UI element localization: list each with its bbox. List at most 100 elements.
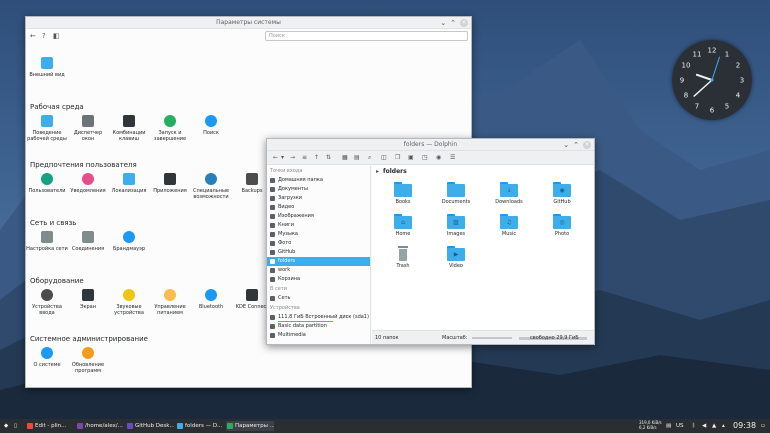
dolphin-titlebar[interactable]: folders — Dolphin ⌄ ⌃ ×	[267, 139, 594, 151]
help-icon[interactable]: ?	[42, 32, 46, 40]
zoom-label: Масштаб:	[442, 335, 468, 341]
category-item[interactable]: Приложения	[149, 173, 191, 194]
maximize-icon[interactable]: ⌃	[450, 19, 456, 27]
dropdown-icon[interactable]: ▾	[281, 154, 284, 161]
category-item[interactable]: Устройства ввода	[26, 289, 68, 316]
compact-view-icon[interactable]: ▤	[354, 154, 360, 161]
places-item[interactable]: 111,8 ГиБ Встроенный диск (sda1)	[267, 313, 370, 322]
places-item[interactable]: Multimedia	[267, 331, 370, 340]
search-input[interactable]: Поиск	[265, 31, 468, 41]
show-desktop-icon[interactable]: ▫	[761, 421, 765, 431]
volume-icon[interactable]: ◀	[702, 421, 706, 431]
category-item[interactable]: Поиск	[190, 115, 232, 136]
places-item[interactable]: Загрузки	[267, 194, 370, 203]
zoom-slider[interactable]	[472, 337, 512, 339]
preview-icon[interactable]: ◳	[422, 154, 428, 161]
places-item[interactable]: Basic data partition	[267, 322, 370, 331]
keyboard-layout[interactable]: US	[676, 421, 684, 431]
close-icon[interactable]: ×	[583, 141, 591, 149]
category-item[interactable]: Локализация	[108, 173, 150, 194]
sort-order-icon[interactable]: ⇅	[326, 154, 331, 161]
folder-item[interactable]: Trash	[378, 246, 428, 269]
places-item[interactable]: Сеть	[267, 294, 370, 303]
folder-item[interactable]: ◎ Photo	[537, 214, 587, 237]
taskbar-task[interactable]: folders — D...	[176, 421, 224, 431]
category-item[interactable]: Специальные возможности	[190, 173, 232, 200]
places-item[interactable]: Документы	[267, 185, 370, 194]
menu-icon[interactable]: ☰	[450, 154, 455, 161]
taskbar-task[interactable]: /home/alex/...	[76, 421, 124, 431]
category-item[interactable]: Обновление программ	[67, 347, 109, 374]
places-item[interactable]: Изображения	[267, 212, 370, 221]
find-icon[interactable]: ⌕	[368, 154, 371, 162]
category-appearance[interactable]: Внешний вид	[26, 57, 68, 78]
folder-item[interactable]: ▨ Images	[431, 214, 481, 237]
category-item[interactable]: О системе	[26, 347, 68, 368]
forward-icon[interactable]: →	[290, 154, 295, 161]
folder-item[interactable]: ♫ Music	[484, 214, 534, 237]
clipboard-icon[interactable]: ▤	[666, 421, 671, 431]
clock-numeral: 2	[736, 62, 740, 70]
paste-icon[interactable]: ▣	[408, 154, 414, 161]
analog-clock-widget[interactable]: 12 3 6 9 1 2 4 5 7 8 10 11	[672, 40, 752, 120]
taskbar-task[interactable]: Параметры ...	[226, 421, 274, 431]
places-item[interactable]: Фото	[267, 239, 370, 248]
sort-icon[interactable]: ≡	[302, 154, 307, 161]
dolphin-window[interactable]: folders — Dolphin ⌄ ⌃ × ← ▾ → ≡ ↑ ⇅ ▦ ▤ …	[266, 138, 595, 345]
bluetooth-icon[interactable]: ᛒ	[692, 421, 695, 431]
minimize-icon[interactable]: ⌄	[563, 141, 569, 149]
file-view[interactable]: ▸ folders Books Documents ↓ Downloads ◉ GitHub…	[372, 166, 594, 330]
category-item[interactable]: Bluetooth	[190, 289, 232, 310]
category-label: Специальные возможности	[193, 188, 229, 200]
show-icon[interactable]: ◉	[436, 154, 441, 161]
clock-time[interactable]: 09:38	[733, 421, 756, 431]
category-label: Обновление программ	[71, 362, 105, 374]
folder-item[interactable]: ⌂ Home	[378, 214, 428, 237]
category-item[interactable]: Диспетчер окон	[67, 115, 109, 142]
category-item[interactable]: Экран	[67, 289, 109, 310]
folder-item[interactable]: ↓ Downloads	[484, 182, 534, 205]
minimize-icon[interactable]: ⌄	[440, 19, 446, 27]
places-item[interactable]: Книги	[267, 221, 370, 230]
category-item[interactable]: Уведомления	[67, 173, 109, 194]
places-item[interactable]: Корзина	[267, 275, 370, 284]
category-label: Поведение рабочей среды	[27, 130, 67, 142]
icons-view-icon[interactable]: ▦	[342, 154, 348, 161]
settings-titlebar[interactable]: Параметры системы ⌄ ⌃ ×	[26, 17, 471, 29]
category-item[interactable]: Запуск и завершение	[149, 115, 191, 142]
app-launcher-icon[interactable]: ◆	[4, 421, 8, 431]
category-item[interactable]: Поведение рабочей среды	[26, 115, 68, 142]
category-item[interactable]: Звуковые устройства	[108, 289, 150, 316]
category-item[interactable]: Управление питанием	[149, 289, 191, 316]
places-item[interactable]: folders	[267, 257, 370, 266]
folder-item[interactable]: ▶ Video	[431, 246, 481, 269]
maximize-icon[interactable]: ⌃	[573, 141, 579, 149]
taskbar-task[interactable]: GitHub Desk...	[126, 421, 174, 431]
places-item[interactable]: GitHub	[267, 248, 370, 257]
back-icon[interactable]: ←	[30, 32, 36, 40]
category-item[interactable]: Брандмауэр	[108, 231, 150, 252]
places-item[interactable]: work	[267, 266, 370, 275]
category-item[interactable]: Соединения	[67, 231, 109, 252]
back-icon[interactable]: ←	[273, 154, 278, 161]
category-item[interactable]: Пользователи	[26, 173, 68, 194]
clock-center	[710, 78, 714, 82]
split-icon[interactable]: ◫	[381, 154, 387, 161]
folder-item[interactable]: ◉ GitHub	[537, 182, 587, 205]
taskbar-task[interactable]: Edit - plin...	[26, 421, 74, 431]
copy-icon[interactable]: ❐	[395, 154, 400, 161]
places-item[interactable]: Видео	[267, 203, 370, 212]
folder-item[interactable]: Books	[378, 182, 428, 205]
category-item[interactable]: Настройка сети	[26, 231, 68, 252]
close-icon[interactable]: ×	[460, 19, 468, 27]
places-item[interactable]: Музыка	[267, 230, 370, 239]
network-icon[interactable]: ▲	[712, 421, 716, 431]
up-icon[interactable]: ↑	[314, 154, 319, 161]
category-item[interactable]: Комбинации клавиш	[108, 115, 150, 142]
breadcrumb[interactable]: ▸ folders	[376, 168, 407, 175]
pager-icon[interactable]: ▯	[14, 421, 17, 431]
tray-expand-icon[interactable]: ▴	[722, 421, 725, 431]
places-item[interactable]: Домашняя папка	[267, 176, 370, 185]
folder-item[interactable]: Documents	[431, 182, 481, 205]
sidebar-toggle-icon[interactable]: ◧	[53, 32, 60, 40]
